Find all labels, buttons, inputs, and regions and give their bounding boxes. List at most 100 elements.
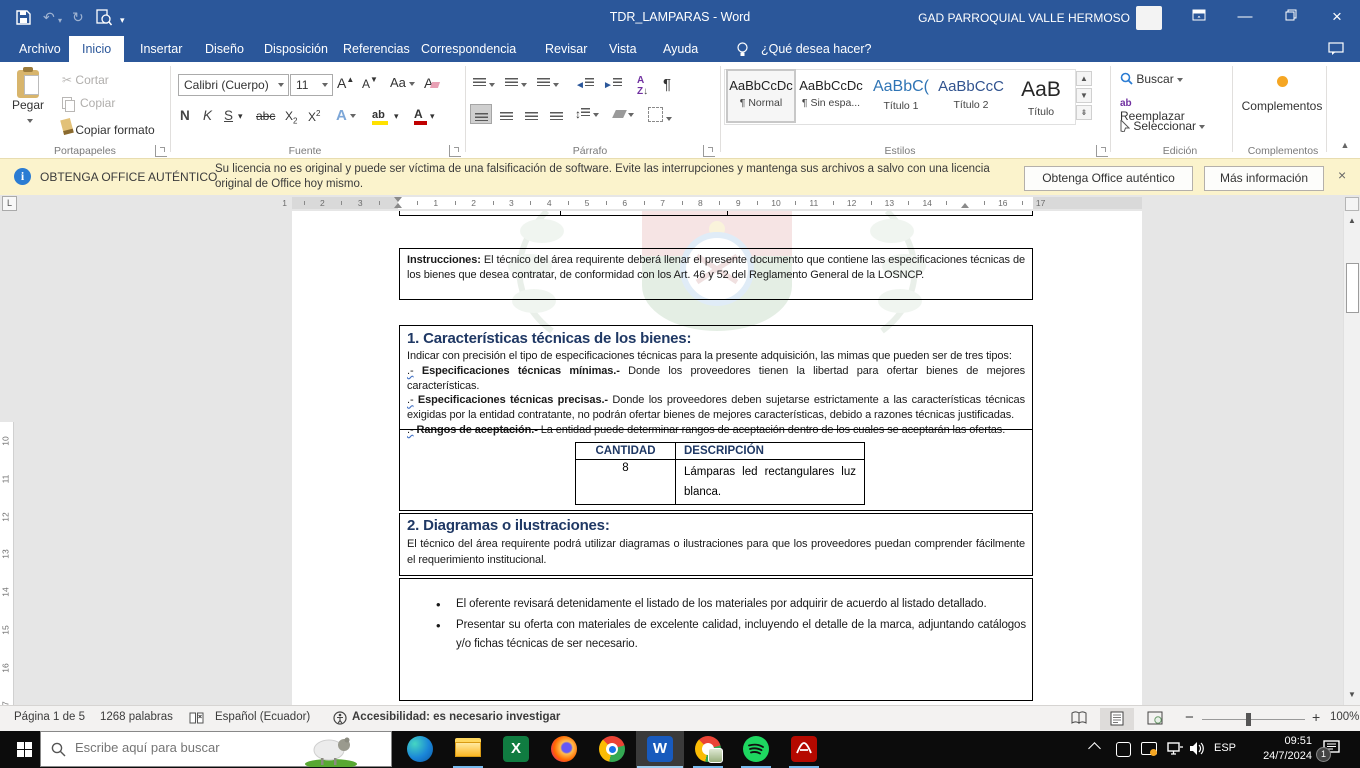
taskbar-word[interactable]: W	[636, 731, 684, 768]
vertical-scrollbar[interactable]: ▲ ▼	[1343, 211, 1360, 705]
styles-scroll-up-icon[interactable]: ▲	[1076, 71, 1092, 86]
tray-app-icon-2[interactable]	[1141, 742, 1157, 768]
get-genuine-office-button[interactable]: Obtenga Office auténtico	[1024, 166, 1193, 191]
style-sin-espaciado[interactable]: AaBbCcDc¶ Sin espa...	[798, 71, 864, 121]
search-highlight-sheep[interactable]	[299, 734, 363, 767]
tab-vista[interactable]: Vista	[596, 36, 650, 62]
text-effects-icon[interactable]: A	[336, 107, 356, 124]
tab-disposicion[interactable]: Disposición	[251, 36, 341, 62]
pilcrow-icon[interactable]: ¶	[663, 76, 671, 93]
taskbar-edge[interactable]	[396, 731, 444, 768]
style-normal[interactable]: AaBbCcDc¶ Normal	[728, 71, 794, 121]
clipboard-dialog-launcher-icon[interactable]	[155, 145, 167, 157]
highlight-color-icon[interactable]: ab	[372, 107, 388, 125]
shading-icon[interactable]	[614, 107, 634, 121]
styles-dialog-launcher-icon[interactable]	[1096, 145, 1108, 157]
scrollbar-thumb[interactable]	[1346, 263, 1359, 313]
undo-icon[interactable]: ↶	[43, 9, 55, 25]
undo-caret-icon[interactable]: ▾	[58, 13, 62, 29]
zoom-in-icon[interactable]: +	[1312, 709, 1320, 725]
clear-formatting-icon[interactable]: A	[424, 75, 439, 91]
tab-insertar[interactable]: Insertar	[127, 36, 195, 62]
ribbon-display-options-button[interactable]	[1176, 0, 1222, 36]
bullets-icon[interactable]	[473, 77, 495, 91]
styles-more-icon[interactable]: ⇟	[1076, 105, 1092, 120]
bold-button[interactable]: N	[180, 108, 190, 123]
avatar[interactable]	[1136, 6, 1162, 30]
zoom-out-icon[interactable]: −	[1185, 709, 1194, 726]
underline-caret-icon[interactable]: ▾	[238, 111, 243, 122]
tray-app-icon-1[interactable]	[1116, 742, 1131, 768]
tray-chevron-icon[interactable]	[1090, 744, 1099, 768]
tray-clock[interactable]: 09:51 24/7/2024	[1246, 734, 1312, 764]
paragraph-dialog-launcher-icon[interactable]	[703, 145, 715, 157]
style-titulo[interactable]: AaBTítulo	[1008, 71, 1074, 121]
more-info-button[interactable]: Más información	[1204, 166, 1324, 191]
taskbar-search-box[interactable]	[40, 731, 392, 767]
line-spacing-icon[interactable]: ↕	[575, 107, 599, 121]
tab-inicio[interactable]: Inicio	[69, 36, 124, 62]
notice-close-icon[interactable]: ×	[1338, 167, 1346, 183]
collapse-ribbon-icon[interactable]: ▲	[1338, 140, 1352, 154]
document-page[interactable]: Instrucciones: El técnico del área requi…	[292, 211, 1142, 705]
restore-button[interactable]	[1268, 0, 1314, 36]
decrease-indent-icon[interactable]: ◄	[575, 77, 594, 91]
multilevel-list-icon[interactable]	[537, 77, 559, 91]
copy-button[interactable]: Copiar	[62, 96, 115, 110]
font-dialog-launcher-icon[interactable]	[449, 145, 461, 157]
proofing-icon[interactable]	[189, 712, 204, 725]
word-count[interactable]: 1268 palabras	[100, 711, 173, 723]
account-name[interactable]: GAD PARROQUIAL VALLE HERMOSO	[918, 11, 1130, 25]
change-case-icon[interactable]: Aa	[390, 75, 415, 90]
paste-button[interactable]: Pegar	[8, 68, 48, 134]
scroll-up-icon[interactable]: ▲	[1345, 213, 1359, 229]
accessibility-icon[interactable]	[333, 711, 347, 725]
taskbar-firefox[interactable]	[540, 731, 588, 768]
ruler-toggle-button[interactable]	[1345, 197, 1359, 211]
tray-network-icon[interactable]	[1167, 742, 1183, 768]
font-color-caret-icon[interactable]: ▾	[430, 111, 435, 122]
sort-icon[interactable]: AZ↓	[637, 75, 648, 97]
tray-volume-icon[interactable]	[1189, 741, 1205, 768]
align-left-button[interactable]	[470, 104, 492, 124]
zoom-slider-thumb[interactable]	[1246, 713, 1251, 726]
numbering-icon[interactable]	[505, 77, 527, 91]
hanging-indent-marker[interactable]	[394, 203, 402, 208]
tab-revisar[interactable]: Revisar	[532, 36, 600, 62]
tray-language[interactable]: ESP	[1214, 742, 1236, 768]
addins-button[interactable]: Complementos	[1240, 70, 1324, 136]
first-line-indent-marker[interactable]	[394, 197, 402, 202]
tab-selector[interactable]: L	[2, 196, 17, 211]
font-size-select[interactable]: 11	[290, 74, 333, 96]
align-right-button[interactable]	[520, 104, 542, 124]
taskbar-chrome-profile[interactable]	[684, 731, 732, 768]
tell-me-box[interactable]: ¿Qué desea hacer?	[748, 36, 885, 62]
minimize-button[interactable]: —	[1222, 0, 1268, 36]
print-preview-icon[interactable]	[96, 9, 112, 26]
taskbar-explorer[interactable]	[444, 731, 492, 768]
borders-icon[interactable]	[648, 107, 672, 125]
shrink-font-icon[interactable]: A▼	[362, 75, 378, 91]
save-icon[interactable]	[16, 10, 31, 25]
cut-button[interactable]: ✂ Cortar	[62, 73, 109, 87]
quick-access-customize-icon[interactable]: ▾	[120, 12, 125, 28]
accessibility-status[interactable]: Accesibilidad: es necesario investigar	[352, 711, 560, 723]
web-layout-button[interactable]	[1138, 708, 1172, 730]
tab-ayuda[interactable]: Ayuda	[650, 36, 711, 62]
style-titulo-2[interactable]: AaBbCcCTítulo 2	[938, 71, 1004, 121]
right-indent-marker[interactable]	[961, 203, 969, 208]
align-center-button[interactable]	[495, 104, 517, 124]
increase-indent-icon[interactable]: ►	[603, 77, 622, 91]
close-button[interactable]: ×	[1314, 0, 1360, 36]
search-input[interactable]	[73, 739, 297, 756]
scroll-down-icon[interactable]: ▼	[1345, 687, 1359, 703]
highlight-caret-icon[interactable]: ▾	[394, 111, 399, 122]
select-button[interactable]: Seleccionar	[1120, 119, 1205, 133]
taskbar-chrome[interactable]	[588, 731, 636, 768]
align-justify-button[interactable]	[545, 104, 567, 124]
tab-diseno[interactable]: Diseño	[192, 36, 257, 62]
tab-correspondencia[interactable]: Correspondencia	[408, 36, 529, 62]
feedback-icon[interactable]	[1328, 42, 1344, 56]
grow-font-icon[interactable]: A▲	[337, 75, 354, 91]
language-indicator[interactable]: Español (Ecuador)	[215, 711, 310, 723]
